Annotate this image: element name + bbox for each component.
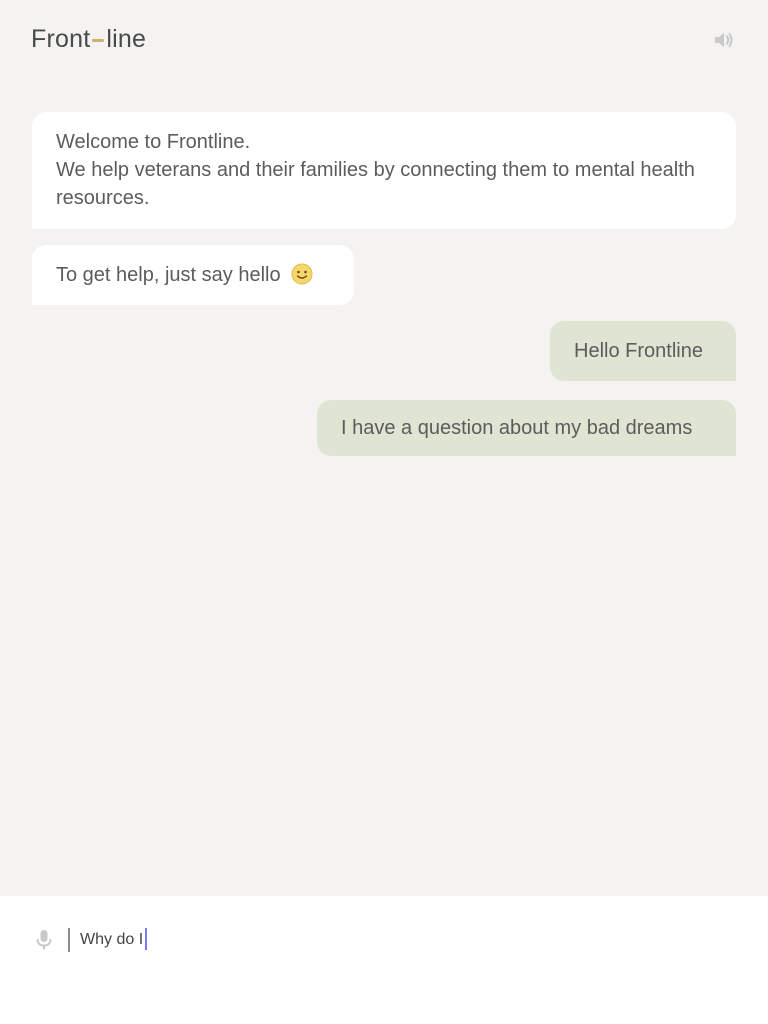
input-value: Why do I xyxy=(80,931,144,948)
message-text: Hello Frontline xyxy=(574,340,703,362)
logo: Front line xyxy=(31,24,146,54)
message-input[interactable]: Why do I xyxy=(80,926,720,954)
message-line: We help veterans and their families by c… xyxy=(56,159,695,209)
logo-dash-icon xyxy=(92,38,105,42)
message-text: I have a question about my bad dreams xyxy=(341,417,693,439)
text-caret xyxy=(145,927,148,950)
message-line: Welcome to Frontline. xyxy=(56,131,251,153)
user-message: I have a question about my bad dreams xyxy=(317,400,736,456)
input-divider xyxy=(68,928,70,952)
message-composer xyxy=(0,896,768,1024)
header: Front line xyxy=(0,0,768,80)
bot-message: To get help, just say hello xyxy=(32,245,354,305)
speaker-icon[interactable] xyxy=(712,28,736,52)
smile-emoji-icon xyxy=(291,263,313,285)
bot-message: Welcome to Frontline. We help veterans a… xyxy=(32,112,736,229)
microphone-icon[interactable] xyxy=(34,928,54,952)
logo-text-right: line xyxy=(106,25,147,53)
app-root: Front line Welcome to Frontline. We help… xyxy=(0,0,768,1024)
logo-text-left: Front xyxy=(31,25,91,53)
message-text: To get help, just say hello xyxy=(56,264,281,286)
user-message: Hello Frontline xyxy=(550,321,736,381)
